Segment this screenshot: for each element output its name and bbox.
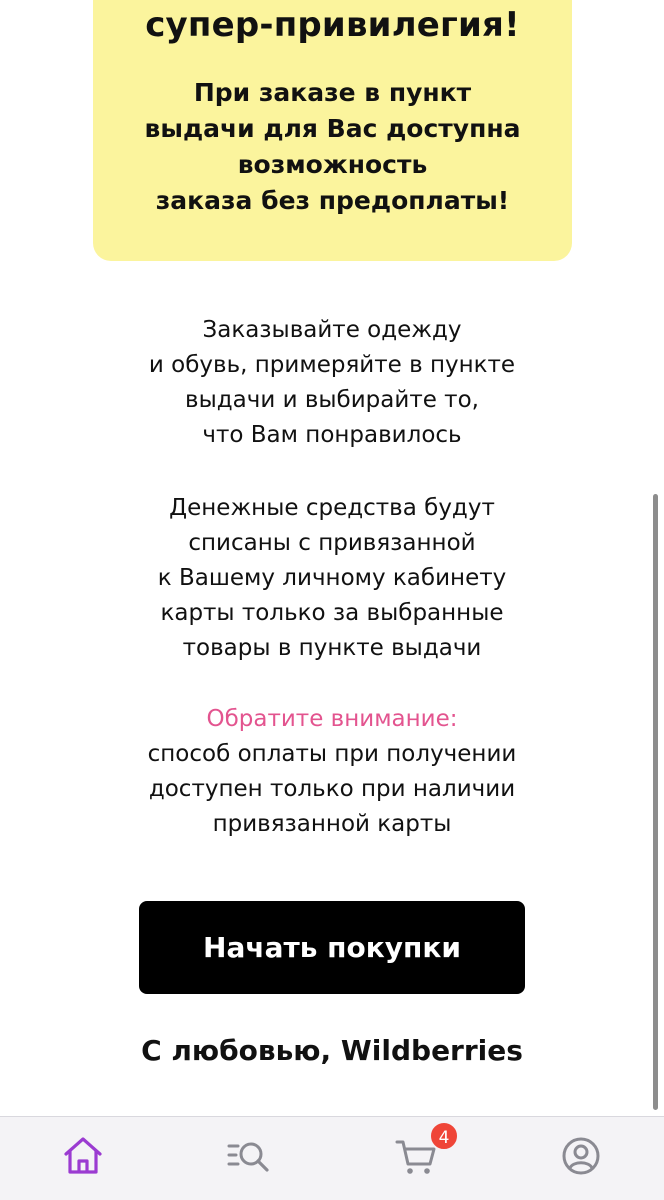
info-line: выдачи и выбирайте то, — [185, 387, 479, 413]
info-paragraph-tryon: Заказывайте одежду и обувь, примеряйте в… — [0, 313, 664, 453]
cart-count-badge: 4 — [429, 1121, 459, 1151]
notice-label: Обратите внимание: — [206, 706, 458, 732]
promo-line: выдачи для Вас доступна — [144, 114, 521, 143]
promo-line: заказа без предоплаты! — [155, 186, 510, 215]
notice-line: доступен только при наличии — [148, 776, 516, 802]
info-line: товары в пункте выдачи — [182, 635, 482, 661]
scrollbar[interactable] — [653, 494, 658, 1110]
bottom-tab-bar — [0, 1116, 664, 1200]
tab-catalog[interactable] — [226, 1133, 272, 1179]
catalog-search-icon — [227, 1142, 269, 1172]
promo-headline: супер-привилегия! — [145, 5, 520, 45]
notice-line: способ оплаты при получении — [147, 741, 517, 767]
home-icon — [64, 1137, 102, 1174]
info-paragraph-payment: Денежные средства будут списаны с привяз… — [0, 491, 664, 666]
promo-card: супер-привилегия! При заказе в пункт выд… — [93, 0, 572, 261]
promo-line: возможность — [237, 150, 428, 179]
info-line: и обувь, примеряйте в пункте — [148, 352, 516, 378]
tab-profile[interactable] — [558, 1133, 604, 1179]
profile-icon — [562, 1137, 600, 1175]
info-line: к Вашему личному кабинету — [157, 565, 507, 591]
start-shopping-button[interactable]: Начать покупки — [139, 901, 525, 994]
info-line: что Вам понравилось — [202, 422, 462, 448]
info-line: списаны с привязанной — [188, 530, 476, 556]
info-line: Заказывайте одежду — [202, 317, 462, 343]
info-line: карты только за выбранные — [160, 600, 504, 626]
notice-line: привязанной карты — [212, 811, 452, 837]
page: супер-привилегия! При заказе в пункт выд… — [0, 0, 664, 1200]
tab-home[interactable] — [60, 1133, 106, 1179]
promo-line: При заказе в пункт — [193, 78, 472, 107]
info-line: Денежные средства будут — [169, 495, 495, 521]
signature: С любовью, Wildberries — [141, 1034, 523, 1067]
notice-block: Обратите внимание: способ оплаты при пол… — [0, 702, 664, 842]
promo-text: При заказе в пункт выдачи для Вас доступ… — [93, 75, 572, 219]
